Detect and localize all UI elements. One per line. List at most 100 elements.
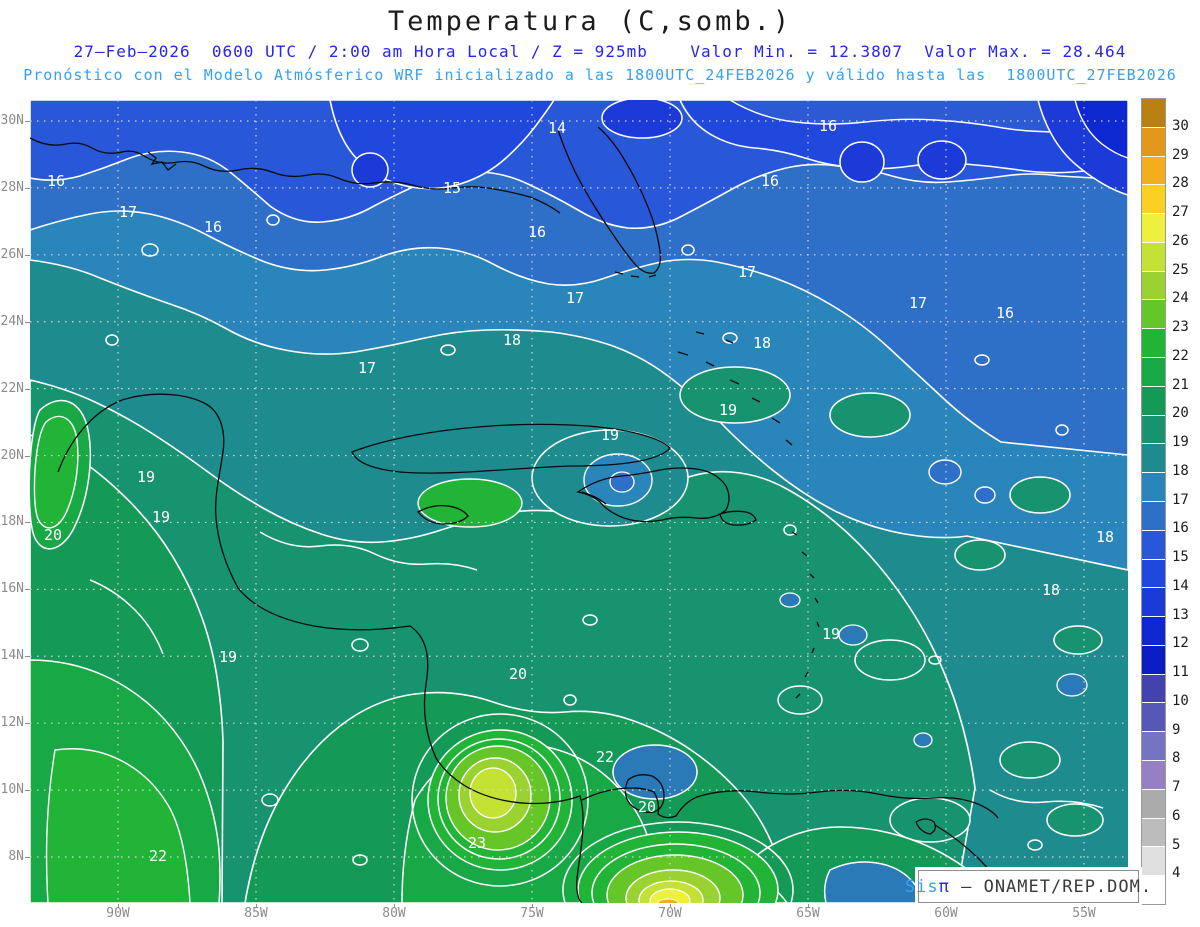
- colorbar-cell: [1142, 270, 1165, 300]
- temperature-colorbar: [1141, 98, 1166, 905]
- watermark-org: – ONAMET/REP.DOM.: [949, 876, 1153, 897]
- colorbar-label: 14: [1172, 577, 1189, 594]
- colorbar-label: 16: [1172, 520, 1189, 537]
- lon-tick: [670, 904, 671, 908]
- colorbar-label: 9: [1172, 721, 1181, 738]
- colorbar-cell: [1142, 328, 1165, 358]
- lat-tick: [25, 121, 30, 122]
- colorbar-label: 6: [1172, 807, 1181, 824]
- contour-label: 16: [761, 172, 779, 190]
- watermark-sis: Sis: [904, 876, 939, 897]
- lat-axis-label: 22N: [0, 380, 24, 396]
- subtitle-validtime: 27–Feb–2026 0600 UTC / 2:00 am Hora Loca…: [73, 42, 1127, 61]
- lat-axis-label: 28N: [0, 179, 24, 195]
- colorbar-cell: [1142, 846, 1165, 876]
- page-title: Temperatura (C,somb.): [387, 6, 793, 37]
- colorbar-label: 30: [1172, 117, 1189, 134]
- contour-label: 18: [503, 331, 521, 349]
- lat-axis-label: 12N: [0, 715, 24, 731]
- subtitle-model: Pronóstico con el Modelo Atmósferico WRF…: [23, 66, 1177, 84]
- colorbar-cell: [1142, 587, 1165, 617]
- lat-tick: [25, 589, 30, 591]
- colorbar-cell: [1142, 99, 1165, 127]
- contour-label: 19: [601, 426, 619, 444]
- contour-label: 22: [596, 748, 614, 766]
- lon-tick: [118, 904, 119, 908]
- contour-label: 22: [149, 847, 167, 865]
- lat-axis-label: 10N: [0, 782, 24, 798]
- colorbar-label: 23: [1172, 319, 1189, 335]
- colorbar-label: 10: [1172, 692, 1189, 709]
- colorbar-cell: [1142, 673, 1165, 703]
- lon-tick: [256, 904, 257, 908]
- colorbar-label: 28: [1172, 175, 1189, 192]
- colorbar-cell: [1142, 299, 1165, 329]
- region-22-23c-haiti: [417, 478, 523, 528]
- lat-axis-label: 8N: [8, 849, 24, 864]
- contour-label: 16: [204, 218, 222, 236]
- lon-tick: [808, 904, 809, 908]
- lat-tick: [25, 254, 30, 256]
- contour-label: 19: [719, 401, 737, 419]
- contour-label: 18: [1042, 581, 1060, 599]
- lat-tick: [25, 455, 30, 457]
- lat-tick: [25, 388, 30, 390]
- colorbar-label: 13: [1172, 606, 1189, 623]
- lat-axis-label: 20N: [0, 447, 24, 463]
- region-16-17c-spot: [928, 459, 962, 485]
- watermark-pi-icon: π: [938, 876, 950, 897]
- contour-label: 14: [548, 119, 566, 137]
- colorbar-cell: [1142, 126, 1165, 156]
- colorbar-label: 20: [1172, 405, 1189, 422]
- temperature-contour-map: 14 16 16 16 17 16 15 16 17 17 18 18 17 16 17 19 19 19 19 20…: [28, 97, 1129, 927]
- lon-tick: [946, 904, 947, 908]
- colorbar-cell: [1142, 500, 1165, 530]
- contour-label: 17: [119, 203, 137, 221]
- lat-tick: [25, 187, 30, 189]
- colorbar-label: 22: [1172, 347, 1189, 364]
- contour-label: 20: [638, 798, 656, 816]
- lat-axis-label: 30N: [0, 113, 24, 128]
- lat-axis-label: 14N: [0, 648, 24, 664]
- colorbar-label: 11: [1172, 664, 1189, 680]
- colorbar-cell: [1142, 817, 1165, 847]
- contour-label: 16: [47, 172, 65, 190]
- lon-tick: [532, 904, 533, 908]
- colorbar-cell: [1142, 357, 1165, 386]
- colorbar-label: 17: [1172, 491, 1189, 508]
- contour-label: 19: [137, 468, 155, 486]
- colorbar-cell: [1142, 702, 1165, 732]
- colorbar-label: 12: [1172, 635, 1189, 652]
- lon-axis-label: 60W: [934, 906, 958, 921]
- colorbar-label: 18: [1172, 462, 1189, 479]
- colorbar-cell: [1142, 558, 1165, 588]
- colorbar-label: 8: [1172, 750, 1181, 767]
- lon-axis-label: 70W: [658, 906, 682, 921]
- lon-axis-label: 80W: [382, 906, 406, 921]
- colorbar-label: 19: [1172, 434, 1189, 450]
- lon-tick: [1084, 904, 1085, 908]
- contour-label: 18: [1096, 528, 1114, 546]
- region-13-14c-blob: [839, 141, 885, 183]
- region-13-14c-blob: [917, 140, 967, 180]
- weather-map-figure: Temperatura (C,somb.) 27–Feb–2026 0600 U…: [0, 0, 1200, 927]
- lat-axis-label: 16N: [0, 581, 24, 597]
- lat-tick: [25, 723, 30, 725]
- colorbar-cell: [1142, 443, 1165, 473]
- contour-label: 16: [996, 304, 1014, 322]
- colorbar-label: 26: [1172, 232, 1189, 249]
- colorbar-label: 25: [1172, 261, 1189, 278]
- contour-label: 20: [44, 526, 62, 544]
- colorbar-label: 21: [1172, 376, 1189, 393]
- lat-tick: [25, 857, 30, 858]
- contour-label: 16: [819, 117, 837, 135]
- region-25-26c-colombia: [469, 767, 517, 819]
- colorbar-cell: [1142, 731, 1165, 760]
- contour-label: 19: [822, 625, 840, 643]
- contour-label: 16: [528, 223, 546, 241]
- contour-label: 17: [566, 289, 584, 307]
- colorbar-label: 24: [1172, 290, 1189, 307]
- contour-label: 23: [468, 834, 486, 852]
- contour-label: 20: [509, 665, 527, 683]
- colorbar-label: 27: [1172, 204, 1189, 220]
